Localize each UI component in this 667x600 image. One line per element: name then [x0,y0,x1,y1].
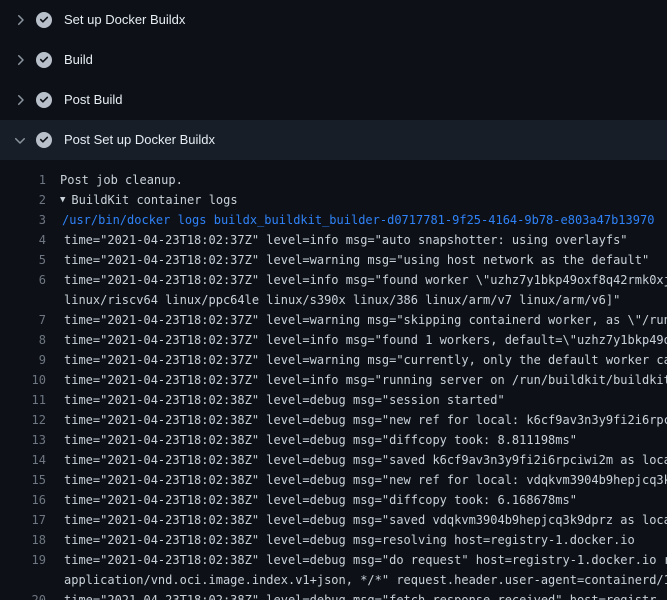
chevron-down-icon[interactable] [12,132,28,148]
log-text: time="2021-04-23T18:02:38Z" level=debug … [60,410,667,430]
log-line: 6 time="2021-04-23T18:02:37Z" level=info … [0,270,667,290]
log-line: 7 time="2021-04-23T18:02:37Z" level=warni… [0,310,667,330]
line-number[interactable]: 10 [0,370,46,390]
chevron-right-icon[interactable] [12,52,28,68]
log-line: linux/riscv64 linux/ppc64le linux/s390x … [0,290,667,310]
section-label: Build [64,52,93,68]
line-number[interactable]: 4 [0,230,46,250]
line-number[interactable]: 3 [0,210,46,230]
log-text: Post job cleanup. [60,170,183,190]
log-text: time="2021-04-23T18:02:38Z" level=debug … [60,510,667,530]
log-text: time="2021-04-23T18:02:37Z" level=warnin… [60,310,667,330]
log-text: time="2021-04-23T18:02:38Z" level=debug … [60,430,577,450]
success-check-icon [36,92,52,108]
line-number[interactable]: 15 [0,470,46,490]
log-lines: 1 Post job cleanup. 2 ▼ BuildKit container l… [0,160,667,600]
log-line: 9 time="2021-04-23T18:02:37Z" level=warni… [0,350,667,370]
line-number[interactable]: 9 [0,350,46,370]
log-text: time="2021-04-23T18:02:38Z" level=debug … [60,490,577,510]
line-number[interactable]: 18 [0,530,46,550]
line-number[interactable]: 19 [0,550,46,570]
line-number[interactable]: 11 [0,390,46,410]
section-label: Set up Docker Buildx [64,12,185,28]
line-number[interactable]: 20 [0,590,46,600]
log-line: 14 time="2021-04-23T18:02:38Z" level=debu… [0,450,667,470]
log-line: 8 time="2021-04-23T18:02:37Z" level=info … [0,330,667,350]
section-label: Post Build [64,92,123,108]
line-number[interactable]: 2 [0,190,46,210]
success-check-icon [36,12,52,28]
section-set-up-docker-buildx[interactable]: Set up Docker Buildx [0,0,667,40]
log-line: 15 time="2021-04-23T18:02:38Z" level=debu… [0,470,667,490]
line-number[interactable]: 17 [0,510,46,530]
group-expanded-caret-icon[interactable]: ▼ [60,190,65,210]
log-line: 1 Post job cleanup. [0,170,667,190]
line-number[interactable]: 12 [0,410,46,430]
log-line: 16 time="2021-04-23T18:02:38Z" level=debu… [0,490,667,510]
log-text: time="2021-04-23T18:02:38Z" level=debug … [60,470,667,490]
log-text: time="2021-04-23T18:02:37Z" level=info m… [60,370,667,390]
log-text: time="2021-04-23T18:02:38Z" level=debug … [60,530,635,550]
log-line: 12 time="2021-04-23T18:02:38Z" level=debu… [0,410,667,430]
line-number[interactable]: 13 [0,430,46,450]
line-number[interactable]: 16 [0,490,46,510]
log-text: time="2021-04-23T18:02:38Z" level=debug … [60,590,656,600]
log-text: linux/riscv64 linux/ppc64le linux/s390x … [60,290,620,310]
log-line: 20 time="2021-04-23T18:02:38Z" level=debu… [0,590,667,600]
log-text: application/vnd.oci.image.index.v1+json,… [60,570,667,590]
log-text: time="2021-04-23T18:02:37Z" level=info m… [60,230,628,250]
log-text: time="2021-04-23T18:02:37Z" level=info m… [60,270,667,290]
log-line: 4 time="2021-04-23T18:02:37Z" level=info … [0,230,667,250]
section-build[interactable]: Build [0,40,667,80]
chevron-right-icon[interactable] [12,92,28,108]
chevron-right-icon[interactable] [12,12,28,28]
log-line: 18 time="2021-04-23T18:02:38Z" level=debu… [0,530,667,550]
success-check-icon [36,52,52,68]
log-line: 3/usr/bin/docker logs buildx_buildkit_bu… [0,210,667,230]
section-post-set-up-docker-buildx[interactable]: Post Set up Docker Buildx [0,120,667,160]
log-text: time="2021-04-23T18:02:38Z" level=debug … [60,450,667,470]
section-post-build[interactable]: Post Build [0,80,667,120]
log-line: 5 time="2021-04-23T18:02:37Z" level=warni… [0,250,667,270]
log-text: time="2021-04-23T18:02:38Z" level=debug … [60,390,505,410]
line-number[interactable]: 1 [0,170,46,190]
log-group-label[interactable]: BuildKit container logs [71,190,237,210]
log-text: time="2021-04-23T18:02:37Z" level=warnin… [60,350,667,370]
section-label: Post Set up Docker Buildx [64,132,215,148]
line-number[interactable]: 7 [0,310,46,330]
line-number[interactable]: 5 [0,250,46,270]
log-line: 11 time="2021-04-23T18:02:38Z" level=debu… [0,390,667,410]
log-line: application/vnd.oci.image.index.v1+json,… [0,570,667,590]
log-text: time="2021-04-23T18:02:37Z" level=warnin… [60,250,649,270]
log-text: time="2021-04-23T18:02:38Z" level=debug … [60,550,667,570]
log-line: 2 ▼ BuildKit container logs [0,190,667,210]
log-line: 19 time="2021-04-23T18:02:38Z" level=debu… [0,550,667,570]
log-line: 13 time="2021-04-23T18:02:38Z" level=debu… [0,430,667,450]
workflow-log-viewer: Set up Docker Buildx Build Post Build Po… [0,0,667,600]
line-number[interactable]: 6 [0,270,46,290]
line-number [0,570,46,590]
log-command-text: /usr/bin/docker logs buildx_buildkit_bui… [60,210,654,230]
line-number[interactable]: 8 [0,330,46,350]
log-text: time="2021-04-23T18:02:37Z" level=info m… [60,330,667,350]
success-check-icon [36,132,52,148]
log-line: 17 time="2021-04-23T18:02:38Z" level=debu… [0,510,667,530]
line-number[interactable]: 14 [0,450,46,470]
line-number [0,290,46,310]
log-line: 10 time="2021-04-23T18:02:37Z" level=info… [0,370,667,390]
